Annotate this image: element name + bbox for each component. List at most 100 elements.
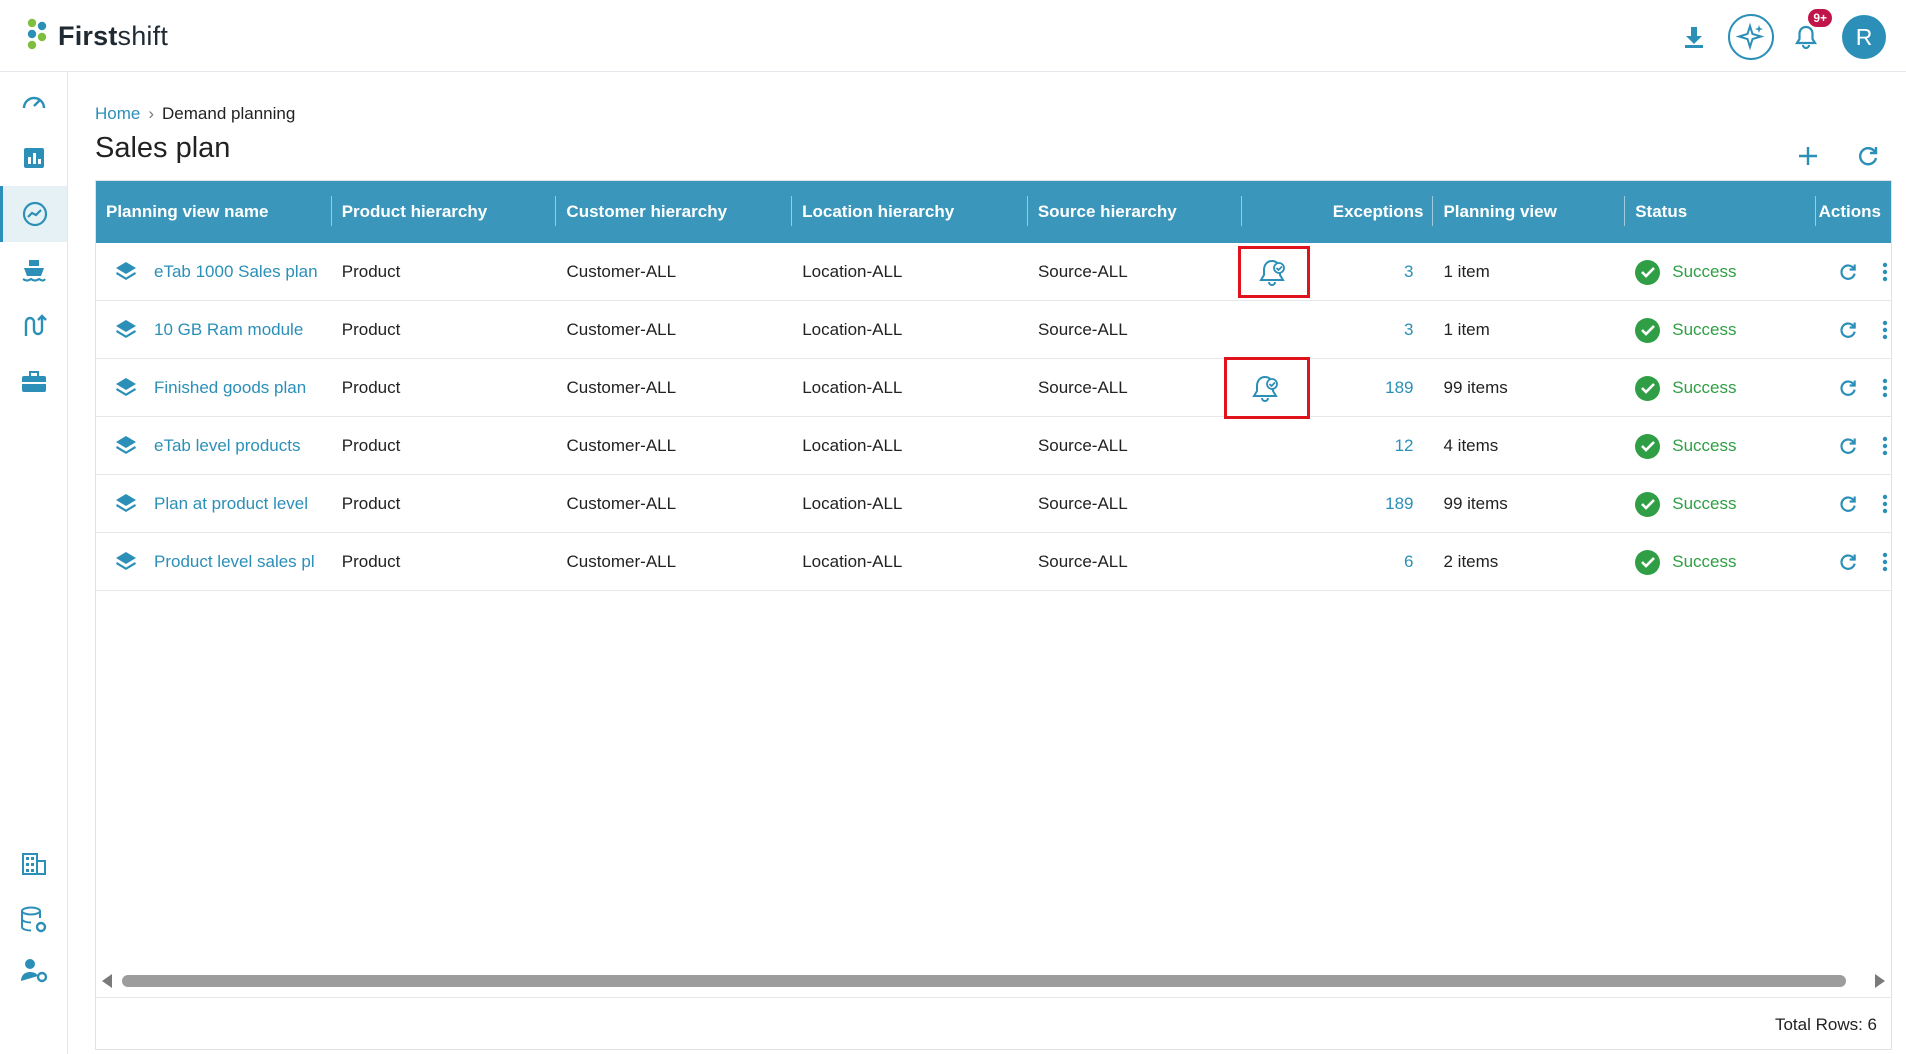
actions-cell (1816, 417, 1891, 475)
table-row[interactable]: eTab 1000 Sales plan Product Customer-AL… (96, 243, 1891, 301)
building-icon (21, 853, 46, 875)
row-more-options-button[interactable] (1882, 494, 1888, 514)
exception-alert-button[interactable] (1223, 357, 1310, 419)
scrollbar-thumb[interactable] (122, 975, 1846, 987)
column-header-planning-view[interactable]: Planning view (1433, 181, 1626, 243)
user-avatar[interactable]: R (1842, 15, 1886, 59)
sidebar-item-supply[interactable] (0, 242, 67, 298)
product-hierarchy-cell: Product (341, 378, 401, 397)
planning-view-name-link[interactable]: Finished goods plan (154, 378, 306, 398)
planning-view-count-cell: 2 items (1443, 552, 1499, 571)
column-header-location-hierarchy[interactable]: Location hierarchy (792, 181, 1028, 243)
status-cell: Success (1625, 359, 1816, 417)
row-refresh-button[interactable] (1838, 436, 1858, 456)
exceptions-count-cell[interactable]: 189 (1342, 475, 1434, 533)
planning-view-name-cell[interactable]: Finished goods plan (96, 359, 332, 417)
table-header: Planning view name Product hierarchy Cus… (96, 181, 1891, 243)
exceptions-count-cell[interactable]: 6 (1342, 533, 1434, 591)
planning-view-name-link[interactable]: 10 GB Ram module (154, 320, 303, 340)
column-header-source-hierarchy[interactable]: Source hierarchy (1028, 181, 1242, 243)
sidebar-item-data-settings[interactable] (0, 892, 67, 948)
breadcrumb-current: Demand planning (162, 104, 296, 123)
download-button[interactable] (1672, 15, 1716, 59)
actions-cell (1816, 359, 1891, 417)
breadcrumb-home-link[interactable]: Home (95, 104, 140, 123)
planning-view-name-cell[interactable]: Product level sales pl (96, 533, 332, 591)
row-refresh-button[interactable] (1838, 262, 1858, 282)
ai-assistant-button[interactable] (1728, 14, 1774, 60)
planning-view-name-cell[interactable]: Plan at product level (96, 475, 332, 533)
exceptions-count-cell[interactable]: 3 (1342, 301, 1434, 359)
row-refresh-button[interactable] (1838, 320, 1858, 340)
row-more-options-button[interactable] (1882, 320, 1888, 340)
row-refresh-button[interactable] (1838, 552, 1858, 572)
exception-alert-cell (1242, 475, 1342, 533)
row-refresh-button[interactable] (1838, 378, 1858, 398)
column-header-product-hierarchy[interactable]: Product hierarchy (332, 181, 557, 243)
row-more-options-button[interactable] (1882, 436, 1888, 456)
table-row[interactable]: Plan at product level Product Customer-A… (96, 475, 1891, 533)
status-badge: Success (1635, 491, 1737, 517)
planning-view-name-link[interactable]: Plan at product level (154, 494, 308, 514)
location-hierarchy-cell: Location-ALL (802, 378, 903, 397)
row-refresh-button[interactable] (1838, 494, 1858, 514)
planning-view-name-cell[interactable]: eTab 1000 Sales plan (96, 243, 332, 301)
firstshift-logo[interactable]: Firstshift (26, 18, 168, 54)
status-badge: Success (1635, 375, 1737, 401)
sidebar-item-organization[interactable] (0, 836, 67, 892)
row-more-options-button[interactable] (1882, 552, 1888, 572)
row-more-options-button[interactable] (1882, 262, 1888, 282)
column-header-planning-view-name[interactable]: Planning view name (96, 181, 332, 243)
planning-view-name-link[interactable]: eTab level products (154, 436, 300, 456)
user-settings-icon (20, 959, 47, 983)
table-row[interactable]: 10 GB Ram module Product Customer-ALL Lo… (96, 301, 1891, 359)
sidebar-item-user-settings[interactable] (0, 942, 67, 998)
column-header-exceptions[interactable]: Exceptions (1333, 181, 1434, 243)
table-row[interactable]: eTab level products Product Customer-ALL… (96, 417, 1891, 475)
product-hierarchy-cell: Product (341, 552, 401, 571)
exception-alert-cell (1242, 301, 1342, 359)
kebab-menu-icon (1882, 436, 1888, 456)
column-header-customer-hierarchy[interactable]: Customer hierarchy (556, 181, 793, 243)
planning-view-name-cell[interactable]: eTab level products (96, 417, 332, 475)
total-rows-label: Total Rows: 6 (1774, 1015, 1877, 1034)
source-hierarchy-cell: Source-ALL (1037, 436, 1128, 455)
planning-view-count-cell: 99 items (1443, 378, 1508, 397)
planning-view-name-link[interactable]: Product level sales pl (154, 552, 315, 572)
logo-text: Firstshift (58, 20, 169, 51)
kebab-menu-icon (1882, 552, 1888, 572)
plus-icon (1799, 147, 1817, 165)
layers-icon (116, 378, 136, 396)
source-hierarchy-cell: Source-ALL (1037, 262, 1128, 281)
notifications-button[interactable]: 9+ (1784, 9, 1832, 59)
actions-cell (1816, 475, 1891, 533)
exceptions-count-cell[interactable]: 3 (1342, 243, 1434, 301)
sidebar-item-reports[interactable] (0, 130, 67, 186)
ship-icon (21, 260, 46, 282)
horizontal-scrollbar[interactable] (96, 969, 1891, 991)
sidebar-item-portfolio[interactable] (0, 354, 67, 410)
sidebar-item-routes[interactable] (0, 298, 67, 354)
row-more-options-button[interactable] (1882, 378, 1888, 398)
scroll-left-arrow-icon[interactable] (102, 974, 112, 988)
sidebar-item-demand-planning[interactable] (0, 186, 67, 242)
source-hierarchy-cell: Source-ALL (1037, 552, 1128, 571)
add-button[interactable] (1788, 136, 1828, 176)
table-row[interactable]: Product level sales pl Product Customer-… (96, 533, 1891, 591)
sidebar-item-dashboard[interactable] (0, 74, 67, 130)
column-header-status[interactable]: Status (1625, 181, 1816, 243)
status-cell: Success (1625, 533, 1816, 591)
exception-alert-button[interactable] (1237, 246, 1310, 298)
planning-view-name-cell[interactable]: 10 GB Ram module (96, 301, 332, 359)
status-badge: Success (1635, 549, 1737, 575)
planning-view-name-link[interactable]: eTab 1000 Sales plan (154, 262, 318, 282)
exceptions-count-cell[interactable]: 189 (1342, 359, 1434, 417)
table-row[interactable]: Finished goods plan Product Customer-ALL… (96, 357, 1891, 419)
status-cell: Success (1625, 301, 1816, 359)
scroll-right-arrow-icon[interactable] (1875, 974, 1885, 988)
sparkle-icon (1736, 22, 1765, 51)
refresh-button[interactable] (1848, 136, 1888, 176)
customer-hierarchy-cell: Customer-ALL (566, 320, 677, 339)
exceptions-count-cell[interactable]: 12 (1342, 417, 1434, 475)
table-footer: Total Rows: 6 (96, 997, 1891, 1049)
